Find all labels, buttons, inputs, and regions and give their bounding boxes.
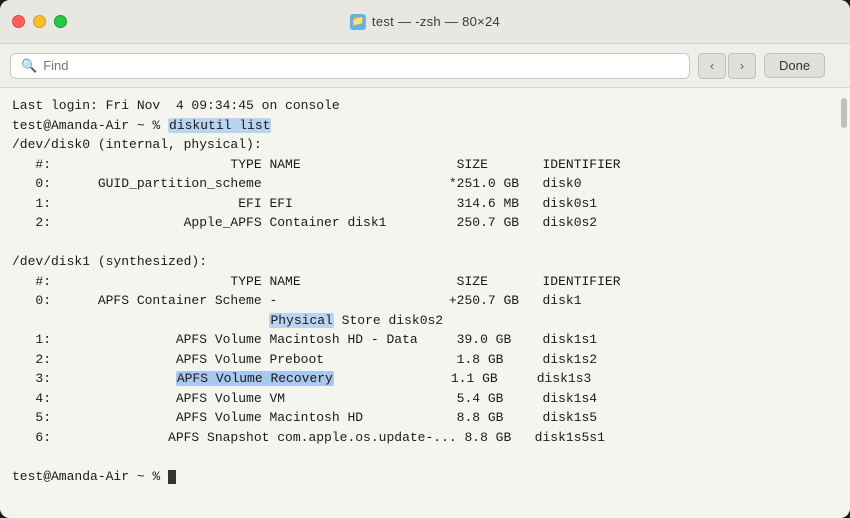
minimize-button[interactable]	[33, 15, 46, 28]
find-container[interactable]: 🔍	[10, 53, 690, 79]
close-button[interactable]	[12, 15, 25, 28]
nav-next-button[interactable]: ›	[728, 53, 756, 79]
title-bar-center: 📁 test — -zsh — 80×24	[350, 14, 500, 30]
terminal-line-11: 0: APFS Container Scheme - +250.7 GB dis…	[12, 291, 838, 311]
toolbar: 🔍 ‹ › Done	[0, 44, 850, 88]
cursor	[168, 470, 176, 484]
nav-prev-button[interactable]: ‹	[698, 53, 726, 79]
terminal-line-3: /dev/disk0 (internal, physical):	[12, 135, 838, 155]
terminal-content: Last login: Fri Nov 4 09:34:45 on consol…	[0, 88, 850, 518]
terminal-line-13: 1: APFS Volume Macintosh HD - Data 39.0 …	[12, 330, 838, 350]
terminal-line-9: /dev/disk1 (synthesized):	[12, 252, 838, 272]
terminal-line-7: 2: Apple_APFS Container disk1 250.7 GB d…	[12, 213, 838, 233]
terminal-line-12: Physical Store disk0s2	[12, 311, 838, 331]
terminal-line-17: 5: APFS Volume Macintosh HD 8.8 GB disk1…	[12, 408, 838, 428]
window-title: test — -zsh — 80×24	[372, 14, 500, 29]
window-icon: 📁	[350, 14, 366, 30]
nav-buttons: ‹ ›	[698, 53, 756, 79]
scrollbar[interactable]	[840, 98, 848, 508]
maximize-button[interactable]	[54, 15, 67, 28]
search-icon: 🔍	[21, 58, 37, 74]
terminal-line-1: Last login: Fri Nov 4 09:34:45 on consol…	[12, 96, 838, 116]
terminal-line-16: 4: APFS Volume VM 5.4 GB disk1s4	[12, 389, 838, 409]
scrollbar-thumb[interactable]	[841, 98, 847, 128]
terminal-line-8	[12, 233, 838, 253]
terminal-line-6: 1: EFI EFI 314.6 MB disk0s1	[12, 194, 838, 214]
terminal-line-20: test@Amanda-Air ~ %	[12, 467, 838, 487]
title-bar: 📁 test — -zsh — 80×24	[0, 0, 850, 44]
done-button[interactable]: Done	[764, 53, 825, 78]
terminal-line-15: 3: APFS Volume Recovery 1.1 GB disk1s3	[12, 369, 838, 389]
find-input[interactable]	[43, 58, 679, 73]
traffic-lights	[12, 15, 67, 28]
terminal-window: 📁 test — -zsh — 80×24 🔍 ‹ › Done Last lo…	[0, 0, 850, 518]
terminal-line-5: 0: GUID_partition_scheme *251.0 GB disk0	[12, 174, 838, 194]
command-highlight: diskutil list	[168, 118, 271, 133]
terminal-line-14: 2: APFS Volume Preboot 1.8 GB disk1s2	[12, 350, 838, 370]
terminal-line-4: #: TYPE NAME SIZE IDENTIFIER	[12, 155, 838, 175]
terminal-line-18: 6: APFS Snapshot com.apple.os.update-...…	[12, 428, 838, 448]
recovery-highlight: APFS Volume Recovery	[176, 371, 334, 386]
physical-store-highlight: Physical	[269, 313, 333, 328]
terminal-line-10: #: TYPE NAME SIZE IDENTIFIER	[12, 272, 838, 292]
terminal-line-19	[12, 447, 838, 467]
terminal-line-2: test@Amanda-Air ~ % diskutil list	[12, 116, 838, 136]
